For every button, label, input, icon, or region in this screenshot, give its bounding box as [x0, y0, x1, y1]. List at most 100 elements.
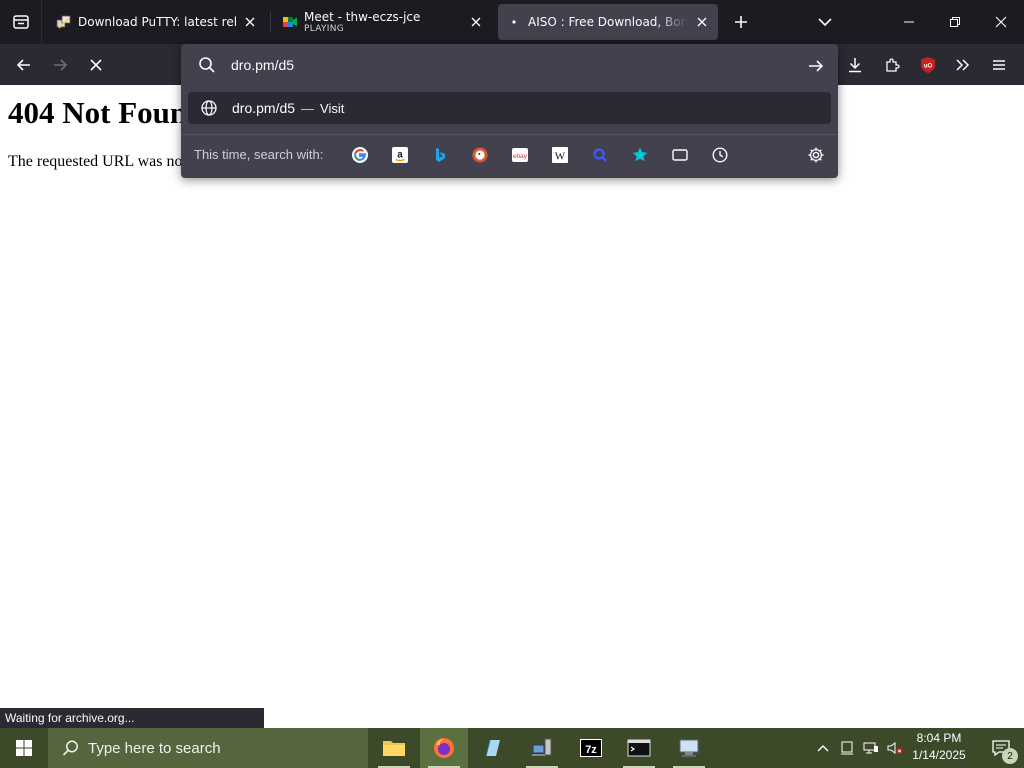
- taskbar-clock[interactable]: 8:04 PM 1/14/2025: [904, 730, 974, 766]
- go-button[interactable]: [803, 53, 829, 79]
- search-engine-duckduckgo[interactable]: [469, 144, 491, 166]
- duckduckgo-icon: [472, 147, 488, 163]
- tab-close-button[interactable]: [242, 14, 258, 30]
- ublock-origin-icon: uO: [921, 57, 935, 73]
- double-chevron-right-icon: [956, 59, 970, 71]
- taskbar-terminal[interactable]: [615, 728, 663, 768]
- list-all-tabs-button[interactable]: [811, 8, 839, 36]
- extensions-button[interactable]: [877, 50, 907, 80]
- ublock-origin-button[interactable]: uO: [913, 50, 943, 80]
- tray-network-icon[interactable]: [860, 728, 882, 768]
- app-menu-button[interactable]: [984, 50, 1014, 80]
- url-input[interactable]: [231, 54, 791, 76]
- url-suggestion-row[interactable]: dro.pm/d5 — Visit: [188, 92, 831, 124]
- start-button[interactable]: [0, 728, 48, 768]
- taskbar-search-box[interactable]: Type here to search: [48, 728, 368, 768]
- minimize-icon: [904, 21, 914, 23]
- tab-close-button[interactable]: [694, 14, 710, 30]
- remote-desktop-icon: [679, 739, 699, 757]
- arrow-left-icon: [16, 59, 30, 71]
- windows-icon: [16, 740, 32, 756]
- firefox-icon: [434, 738, 454, 758]
- bing-icon: [436, 148, 445, 162]
- search-engine-amazon[interactable]: a: [389, 144, 411, 166]
- plus-icon: [735, 16, 747, 28]
- taskbar: Type here to search 7z 8:04 PM 1/14/2025…: [0, 728, 1024, 768]
- search-icon: [199, 57, 215, 73]
- firefox-view-icon: [12, 15, 29, 29]
- search-engine-google[interactable]: [349, 144, 371, 166]
- close-window-button[interactable]: [978, 0, 1024, 44]
- tab-title: Download PuTTY: latest release: [78, 15, 236, 29]
- taskbar-file-explorer[interactable]: [370, 728, 418, 768]
- search-bookmarks-button[interactable]: [629, 144, 651, 166]
- back-button[interactable]: [9, 50, 39, 80]
- tray-volume-icon[interactable]: [884, 728, 906, 768]
- tablet-icon: [841, 741, 853, 755]
- suggestion-url: dro.pm/d5: [232, 100, 296, 116]
- stop-button[interactable]: [81, 50, 111, 80]
- tab-archive-active[interactable]: AISO : Free Download, Borrow, and Stream…: [498, 4, 718, 40]
- arrow-right-icon: [809, 60, 824, 72]
- tab-meet[interactable]: Meet - thw-eczs-jce PLAYING: [274, 4, 492, 40]
- overflow-menu-button[interactable]: [948, 50, 978, 80]
- tab-strip: Download PuTTY: latest release Meet - th…: [0, 0, 1024, 44]
- search-engine-ebay[interactable]: ebay: [509, 144, 531, 166]
- tab-separator: [270, 12, 271, 32]
- search-engine-other[interactable]: [589, 144, 611, 166]
- terminal-icon: [627, 739, 651, 757]
- svg-text:W: W: [555, 151, 566, 163]
- tab-title: Meet - thw-eczs-jce: [304, 10, 421, 24]
- google-icon: [352, 147, 368, 163]
- chevron-down-icon: [818, 18, 832, 27]
- network-icon: [863, 742, 878, 754]
- puzzle-icon: [886, 58, 900, 72]
- svg-text:7z: 7z: [585, 744, 597, 756]
- tray-device-icon[interactable]: [836, 728, 858, 768]
- downloads-button[interactable]: [840, 50, 870, 80]
- taskbar-firefox[interactable]: [420, 728, 468, 768]
- tabs-icon: [672, 149, 688, 161]
- search-settings-button[interactable]: [805, 144, 827, 166]
- bookmarks-icon: [632, 147, 648, 162]
- search-history-button[interactable]: [709, 144, 731, 166]
- putty-icon: [56, 14, 72, 30]
- svg-text:uO: uO: [924, 64, 933, 70]
- show-hidden-icons-button[interactable]: [812, 728, 834, 768]
- arrow-right-icon: [54, 59, 68, 71]
- firefox-view-button[interactable]: [0, 0, 42, 44]
- one-off-label: This time, search with:: [194, 147, 324, 162]
- taskbar-7zip[interactable]: 7z: [567, 728, 615, 768]
- tab-close-button[interactable]: [468, 14, 484, 30]
- taskbar-app-network[interactable]: [518, 728, 566, 768]
- search-engine-bing[interactable]: [429, 144, 451, 166]
- forward-button[interactable]: [45, 50, 75, 80]
- taskbar-remote-desktop[interactable]: [665, 728, 713, 768]
- download-icon: [849, 58, 861, 73]
- computer-network-icon: [532, 738, 552, 756]
- action-center-button[interactable]: 2: [978, 728, 1024, 768]
- gear-icon: [808, 147, 824, 163]
- history-icon: [712, 147, 728, 163]
- screen: Download PuTTY: latest release Meet - th…: [0, 0, 1024, 768]
- close-icon: [471, 17, 481, 27]
- notepad-icon: [485, 739, 500, 757]
- taskbar-search-placeholder: Type here to search: [88, 739, 221, 757]
- search-engine-wikipedia[interactable]: W: [549, 144, 571, 166]
- restore-button[interactable]: [932, 0, 978, 44]
- 7zip-icon: 7z: [580, 739, 602, 757]
- svg-text:ebay: ebay: [513, 153, 528, 160]
- new-tab-button[interactable]: [727, 8, 755, 36]
- chevron-up-icon: [817, 745, 829, 752]
- tab-title: AISO : Free Download, Borrow, and Stream…: [528, 15, 688, 29]
- urlbar-popup: dro.pm/d5 — Visit This time, search with…: [181, 44, 838, 178]
- amazon-icon: a: [392, 147, 408, 163]
- hamburger-icon: [993, 60, 1005, 70]
- search-tabs-button[interactable]: [669, 144, 691, 166]
- restore-icon: [950, 17, 960, 27]
- minimize-button[interactable]: [886, 0, 932, 44]
- taskbar-app-notepad[interactable]: [468, 728, 516, 768]
- tab-putty[interactable]: Download PuTTY: latest release: [48, 4, 266, 40]
- ebay-icon: ebay: [512, 148, 528, 162]
- clock-date: 1/14/2025: [912, 748, 966, 762]
